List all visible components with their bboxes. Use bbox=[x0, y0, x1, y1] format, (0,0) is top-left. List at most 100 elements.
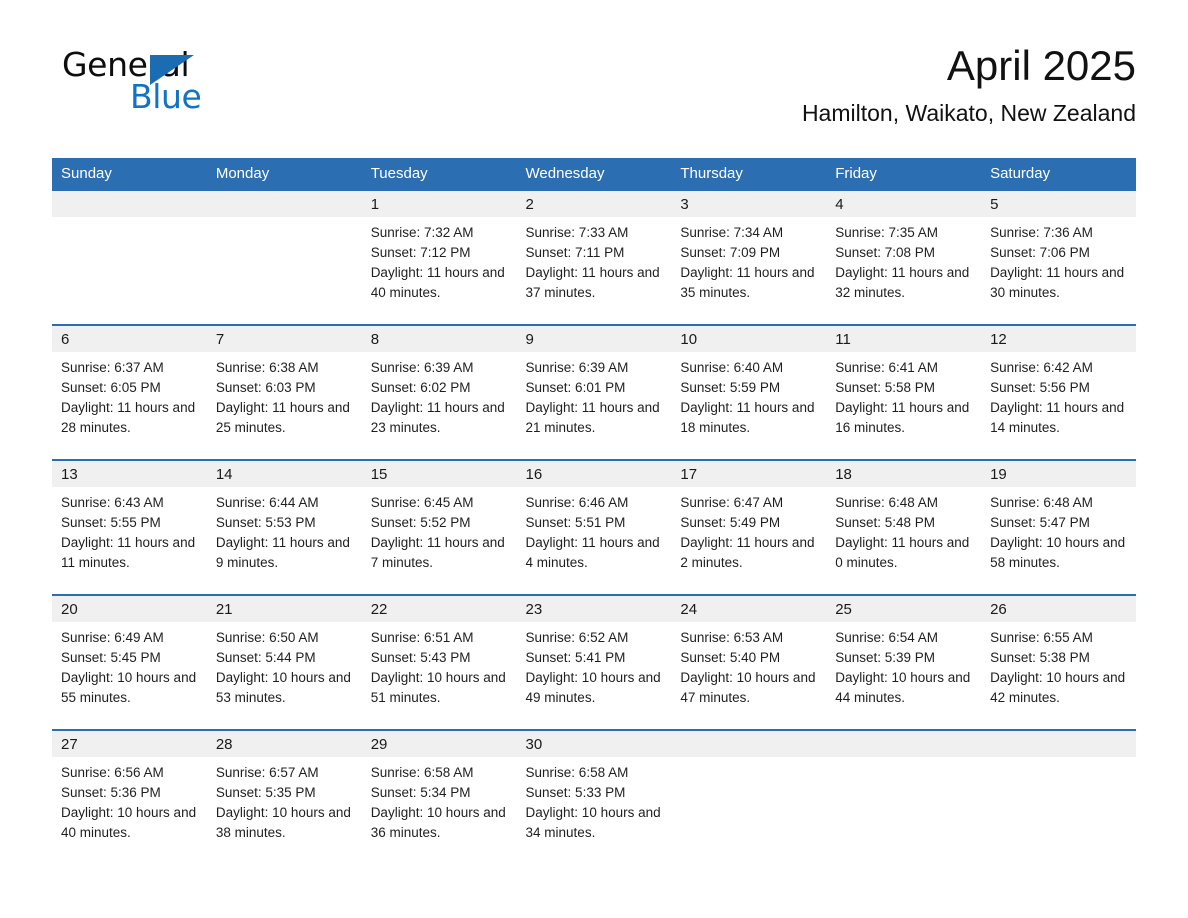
day-details: Sunrise: 6:41 AM Sunset: 5:58 PM Daylight:… bbox=[826, 352, 981, 438]
day-details: Sunrise: 7:32 AM Sunset: 7:12 PM Daylight:… bbox=[362, 217, 517, 303]
calendar-day-cell[interactable]: 3 Sunrise: 7:34 AM Sunset: 7:09 PM Daylight… bbox=[671, 191, 827, 325]
day-number bbox=[52, 191, 207, 217]
day-cell-body bbox=[826, 731, 982, 864]
calendar-day-cell[interactable]: 4 Sunrise: 7:35 AM Sunset: 7:08 PM Daylight… bbox=[826, 191, 982, 325]
calendar-week-row: 27 Sunrise: 6:56 AM Sunset: 5:36 PM Dayligh… bbox=[52, 729, 1136, 864]
calendar-table: Sunday Monday Tuesday Wednesday Thursday… bbox=[52, 158, 1136, 864]
calendar-day-cell[interactable]: 21 Sunrise: 6:50 AM Sunset: 5:44 PM Dayligh… bbox=[206, 594, 362, 730]
day-cell-body: 3 Sunrise: 7:34 AM Sunset: 7:09 PM Daylight… bbox=[671, 191, 827, 324]
daylight-text: Daylight: 11 hours and 0 minutes. bbox=[835, 535, 970, 570]
calendar-day-cell[interactable]: 8 Sunrise: 6:39 AM Sunset: 6:02 PM Daylight… bbox=[361, 324, 517, 460]
calendar-day-cell[interactable]: 7 Sunrise: 6:38 AM Sunset: 6:03 PM Daylight… bbox=[206, 324, 362, 460]
day-cell-body: 7 Sunrise: 6:38 AM Sunset: 6:03 PM Daylight… bbox=[206, 326, 362, 459]
day-cell-body: 26 Sunrise: 6:55 AM Sunset: 5:38 PM Dayligh… bbox=[981, 596, 1136, 729]
daylight-text: Daylight: 10 hours and 55 minutes. bbox=[61, 670, 197, 705]
day-details: Sunrise: 6:58 AM Sunset: 5:34 PM Daylight:… bbox=[362, 757, 517, 843]
calendar-day-cell[interactable]: 18 Sunrise: 6:48 AM Sunset: 5:48 PM Dayligh… bbox=[826, 459, 982, 595]
calendar-day-cell[interactable]: 28 Sunrise: 6:57 AM Sunset: 5:35 PM Dayligh… bbox=[206, 729, 362, 864]
sunrise-text: Sunrise: 6:55 AM bbox=[990, 630, 1093, 645]
calendar-day-cell[interactable]: 27 Sunrise: 6:56 AM Sunset: 5:36 PM Dayligh… bbox=[52, 729, 207, 864]
calendar-day-cell[interactable]: 11 Sunrise: 6:41 AM Sunset: 5:58 PM Dayligh… bbox=[826, 324, 982, 460]
sunset-text: Sunset: 7:09 PM bbox=[680, 245, 781, 260]
sunset-text: Sunset: 5:55 PM bbox=[61, 515, 161, 530]
day-cell-body: 14 Sunrise: 6:44 AM Sunset: 5:53 PM Dayligh… bbox=[206, 461, 362, 594]
daylight-text: Daylight: 10 hours and 58 minutes. bbox=[990, 535, 1126, 570]
calendar-day-cell[interactable]: 17 Sunrise: 6:47 AM Sunset: 5:49 PM Dayligh… bbox=[671, 459, 827, 595]
calendar-day-cell[interactable]: 26 Sunrise: 6:55 AM Sunset: 5:38 PM Dayligh… bbox=[981, 594, 1136, 730]
daylight-text: Daylight: 11 hours and 35 minutes. bbox=[680, 265, 815, 300]
sunrise-text: Sunrise: 6:50 AM bbox=[215, 630, 319, 645]
day-details: Sunrise: 6:44 AM Sunset: 5:53 PM Daylight:… bbox=[207, 487, 362, 573]
calendar-day-cell[interactable]: 5 Sunrise: 7:36 AM Sunset: 7:06 PM Daylight… bbox=[981, 191, 1136, 325]
calendar-day-cell[interactable]: 29 Sunrise: 6:58 AM Sunset: 5:34 PM Dayligh… bbox=[361, 729, 517, 864]
day-cell-body: 13 Sunrise: 6:43 AM Sunset: 5:55 PM Dayligh… bbox=[52, 461, 207, 594]
daylight-text: Daylight: 10 hours and 36 minutes. bbox=[370, 805, 506, 840]
day-cell-body: 1 Sunrise: 7:32 AM Sunset: 7:12 PM Daylight… bbox=[361, 191, 517, 324]
sunrise-text: Sunrise: 6:45 AM bbox=[370, 495, 474, 510]
sunset-text: Sunset: 5:47 PM bbox=[990, 515, 1090, 530]
sunset-text: Sunset: 5:38 PM bbox=[990, 650, 1090, 665]
day-details: Sunrise: 6:37 AM Sunset: 6:05 PM Daylight:… bbox=[52, 352, 207, 438]
sunset-text: Sunset: 5:41 PM bbox=[525, 650, 626, 665]
sunrise-text: Sunrise: 6:42 AM bbox=[990, 360, 1093, 375]
page-subtitle-location: Hamilton, Waikato, New Zealand bbox=[801, 100, 1136, 127]
calendar-day-cell[interactable]: 30 Sunrise: 6:58 AM Sunset: 5:33 PM Dayligh… bbox=[516, 729, 672, 864]
day-details: Sunrise: 6:45 AM Sunset: 5:52 PM Daylight:… bbox=[362, 487, 517, 573]
calendar-day-cell[interactable]: 15 Sunrise: 6:45 AM Sunset: 5:52 PM Dayligh… bbox=[361, 459, 517, 595]
calendar-day-cell[interactable]: 25 Sunrise: 6:54 AM Sunset: 5:39 PM Dayligh… bbox=[826, 594, 982, 730]
day-number: 27 bbox=[52, 731, 207, 757]
day-number: 29 bbox=[361, 731, 517, 757]
calendar-day-cell[interactable]: 19 Sunrise: 6:48 AM Sunset: 5:47 PM Dayligh… bbox=[981, 459, 1136, 595]
column-header-saturday: Saturday bbox=[981, 158, 1136, 191]
calendar-day-cell[interactable]: 10 Sunrise: 6:40 AM Sunset: 5:59 PM Dayligh… bbox=[671, 324, 827, 460]
sunrise-text: Sunrise: 6:48 AM bbox=[990, 495, 1093, 510]
calendar-day-cell[interactable]: 2 Sunrise: 7:33 AM Sunset: 7:11 PM Daylight… bbox=[516, 191, 672, 325]
sunset-text: Sunset: 6:01 PM bbox=[525, 380, 626, 395]
daylight-text: Daylight: 11 hours and 40 minutes. bbox=[370, 265, 505, 300]
calendar-day-cell[interactable]: 16 Sunrise: 6:46 AM Sunset: 5:51 PM Dayligh… bbox=[516, 459, 672, 595]
day-number: 5 bbox=[981, 191, 1136, 217]
daylight-text: Daylight: 11 hours and 2 minutes. bbox=[680, 535, 815, 570]
daylight-text: Daylight: 10 hours and 49 minutes. bbox=[525, 670, 661, 705]
day-details: Sunrise: 7:34 AM Sunset: 7:09 PM Daylight:… bbox=[671, 217, 826, 303]
day-details: Sunrise: 7:36 AM Sunset: 7:06 PM Daylight:… bbox=[981, 217, 1136, 303]
day-cell-body bbox=[981, 731, 1136, 864]
sunrise-text: Sunrise: 6:38 AM bbox=[215, 360, 319, 375]
daylight-text: Daylight: 10 hours and 47 minutes. bbox=[680, 670, 816, 705]
sunset-text: Sunset: 5:56 PM bbox=[990, 380, 1090, 395]
column-header-friday: Friday bbox=[826, 158, 982, 191]
sunset-text: Sunset: 5:43 PM bbox=[370, 650, 471, 665]
calendar-week-row: 20 Sunrise: 6:49 AM Sunset: 5:45 PM Dayligh… bbox=[52, 594, 1136, 730]
daylight-text: Daylight: 10 hours and 34 minutes. bbox=[525, 805, 661, 840]
calendar-day-cell[interactable]: 22 Sunrise: 6:51 AM Sunset: 5:43 PM Dayligh… bbox=[361, 594, 517, 730]
general-blue-logo[interactable]: General Blue bbox=[52, 44, 272, 124]
sunset-text: Sunset: 7:06 PM bbox=[990, 245, 1090, 260]
daylight-text: Daylight: 10 hours and 53 minutes. bbox=[215, 670, 351, 705]
calendar-day-cell[interactable]: 23 Sunrise: 6:52 AM Sunset: 5:41 PM Dayligh… bbox=[516, 594, 672, 730]
calendar-day-cell[interactable]: 13 Sunrise: 6:43 AM Sunset: 5:55 PM Dayligh… bbox=[52, 459, 207, 595]
day-cell-body: 18 Sunrise: 6:48 AM Sunset: 5:48 PM Dayligh… bbox=[826, 461, 982, 594]
sunset-text: Sunset: 5:40 PM bbox=[680, 650, 781, 665]
calendar-day-cell-empty bbox=[52, 191, 207, 325]
calendar-day-cell[interactable]: 6 Sunrise: 6:37 AM Sunset: 6:05 PM Daylight… bbox=[52, 324, 207, 460]
calendar-day-cell[interactable]: 9 Sunrise: 6:39 AM Sunset: 6:01 PM Daylight… bbox=[516, 324, 672, 460]
day-cell-body: 10 Sunrise: 6:40 AM Sunset: 5:59 PM Dayligh… bbox=[671, 326, 827, 459]
day-number: 4 bbox=[826, 191, 982, 217]
sunrise-text: Sunrise: 6:46 AM bbox=[525, 495, 629, 510]
day-number: 3 bbox=[671, 191, 827, 217]
day-details: Sunrise: 6:54 AM Sunset: 5:39 PM Daylight:… bbox=[826, 622, 981, 708]
day-details: Sunrise: 6:57 AM Sunset: 5:35 PM Daylight:… bbox=[207, 757, 362, 843]
sunset-text: Sunset: 5:45 PM bbox=[61, 650, 161, 665]
daylight-text: Daylight: 10 hours and 44 minutes. bbox=[835, 670, 971, 705]
sunrise-text: Sunrise: 7:33 AM bbox=[525, 225, 629, 240]
day-number: 2 bbox=[516, 191, 672, 217]
sunrise-text: Sunrise: 6:41 AM bbox=[835, 360, 939, 375]
calendar-day-cell[interactable]: 24 Sunrise: 6:53 AM Sunset: 5:40 PM Dayligh… bbox=[671, 594, 827, 730]
calendar-day-cell[interactable]: 1 Sunrise: 7:32 AM Sunset: 7:12 PM Daylight… bbox=[361, 191, 517, 325]
calendar-day-cell[interactable]: 14 Sunrise: 6:44 AM Sunset: 5:53 PM Dayligh… bbox=[206, 459, 362, 595]
calendar-day-cell[interactable]: 12 Sunrise: 6:42 AM Sunset: 5:56 PM Dayligh… bbox=[981, 324, 1136, 460]
day-cell-body: 22 Sunrise: 6:51 AM Sunset: 5:43 PM Dayligh… bbox=[361, 596, 517, 729]
day-number: 6 bbox=[52, 326, 207, 352]
sunrise-text: Sunrise: 6:48 AM bbox=[835, 495, 939, 510]
calendar-day-cell[interactable]: 20 Sunrise: 6:49 AM Sunset: 5:45 PM Dayligh… bbox=[52, 594, 207, 730]
